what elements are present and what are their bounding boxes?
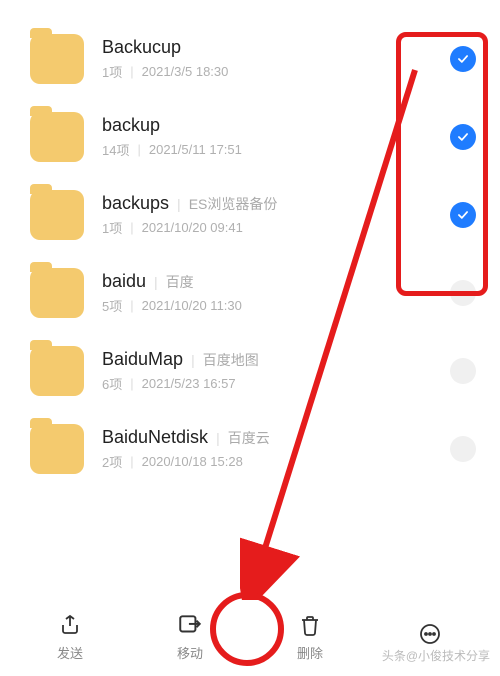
file-meta: 14项 | 2021/5/11 17:51 bbox=[102, 140, 450, 159]
file-item[interactable]: backup 14项 | 2021/5/11 17:51 bbox=[0, 98, 500, 176]
separator: | bbox=[137, 142, 140, 157]
more-icon bbox=[416, 620, 444, 648]
delete-label: 删除 bbox=[297, 643, 323, 662]
separator: | bbox=[130, 220, 133, 235]
checkbox-checked[interactable] bbox=[450, 202, 476, 228]
separator: | bbox=[177, 196, 181, 212]
file-count: 14项 bbox=[102, 140, 129, 159]
folder-icon bbox=[30, 190, 84, 240]
file-date: 2021/5/11 17:51 bbox=[149, 142, 242, 157]
folder-icon bbox=[30, 346, 84, 396]
separator: | bbox=[154, 274, 158, 290]
file-info: baidu | 百度 5项 | 2021/10/20 11:30 bbox=[102, 271, 450, 315]
send-label: 发送 bbox=[57, 643, 83, 662]
delete-button[interactable]: 删除 bbox=[275, 611, 345, 662]
watermark: 头条@小俊技术分享 bbox=[382, 647, 490, 664]
file-tag: 百度地图 bbox=[203, 350, 259, 370]
file-count: 1项 bbox=[102, 218, 122, 237]
move-label: 移动 bbox=[177, 643, 203, 662]
checkbox-unchecked[interactable] bbox=[450, 358, 476, 384]
file-info: Backucup 1项 | 2021/3/5 18:30 bbox=[102, 37, 450, 81]
file-meta: 5项 | 2021/10/20 11:30 bbox=[102, 296, 450, 315]
separator: | bbox=[130, 376, 133, 391]
folder-icon bbox=[30, 424, 84, 474]
check-icon bbox=[456, 52, 470, 66]
checkbox-unchecked[interactable] bbox=[450, 280, 476, 306]
file-meta: 2项 | 2020/10/18 15:28 bbox=[102, 452, 450, 471]
file-item[interactable]: Backucup 1项 | 2021/3/5 18:30 bbox=[0, 20, 500, 98]
file-meta: 1项 | 2021/10/20 09:41 bbox=[102, 218, 450, 237]
file-tag: ES浏览器备份 bbox=[189, 194, 278, 214]
file-count: 2项 bbox=[102, 452, 122, 471]
separator: | bbox=[216, 430, 220, 446]
bottom-toolbar: 发送 移动 删除 bbox=[0, 596, 500, 676]
folder-icon bbox=[30, 268, 84, 318]
separator: | bbox=[130, 64, 133, 79]
check-icon bbox=[456, 130, 470, 144]
share-icon bbox=[56, 611, 84, 639]
file-item[interactable]: BaiduMap | 百度地图 6项 | 2021/5/23 16:57 bbox=[0, 332, 500, 410]
file-item[interactable]: BaiduNetdisk | 百度云 2项 | 2020/10/18 15:28 bbox=[0, 410, 500, 488]
checkbox-unchecked[interactable] bbox=[450, 436, 476, 462]
file-name: BaiduMap bbox=[102, 349, 183, 370]
file-info: BaiduMap | 百度地图 6项 | 2021/5/23 16:57 bbox=[102, 349, 450, 393]
send-button[interactable]: 发送 bbox=[35, 611, 105, 662]
move-button[interactable]: 移动 bbox=[155, 611, 225, 662]
check-icon bbox=[456, 208, 470, 222]
file-name: backup bbox=[102, 115, 160, 136]
separator: | bbox=[130, 298, 133, 313]
file-name: BaiduNetdisk bbox=[102, 427, 208, 448]
file-list: Backucup 1项 | 2021/3/5 18:30 backup 14项 | 2021/… bbox=[0, 0, 500, 488]
file-meta: 1项 | 2021/3/5 18:30 bbox=[102, 62, 450, 81]
file-item[interactable]: baidu | 百度 5项 | 2021/10/20 11:30 bbox=[0, 254, 500, 332]
separator: | bbox=[191, 352, 195, 368]
file-item[interactable]: backups | ES浏览器备份 1项 | 2021/10/20 09:41 bbox=[0, 176, 500, 254]
file-date: 2021/3/5 18:30 bbox=[142, 64, 229, 79]
file-name: backups bbox=[102, 193, 169, 214]
file-info: backup 14项 | 2021/5/11 17:51 bbox=[102, 115, 450, 159]
file-count: 5项 bbox=[102, 296, 122, 315]
file-meta: 6项 | 2021/5/23 16:57 bbox=[102, 374, 450, 393]
file-tag: 百度云 bbox=[228, 428, 270, 448]
folder-icon bbox=[30, 34, 84, 84]
file-date: 2021/10/20 11:30 bbox=[142, 298, 242, 313]
checkbox-checked[interactable] bbox=[450, 124, 476, 150]
file-tag: 百度 bbox=[166, 272, 194, 292]
file-info: BaiduNetdisk | 百度云 2项 | 2020/10/18 15:28 bbox=[102, 427, 450, 471]
file-date: 2020/10/18 15:28 bbox=[142, 454, 243, 469]
move-icon bbox=[176, 611, 204, 639]
checkbox-checked[interactable] bbox=[450, 46, 476, 72]
file-name: Backucup bbox=[102, 37, 181, 58]
file-date: 2021/5/23 16:57 bbox=[142, 376, 236, 391]
file-date: 2021/10/20 09:41 bbox=[142, 220, 243, 235]
trash-icon bbox=[296, 611, 324, 639]
file-count: 1项 bbox=[102, 62, 122, 81]
file-name: baidu bbox=[102, 271, 146, 292]
file-info: backups | ES浏览器备份 1项 | 2021/10/20 09:41 bbox=[102, 193, 450, 237]
separator: | bbox=[130, 454, 133, 469]
file-count: 6项 bbox=[102, 374, 122, 393]
folder-icon bbox=[30, 112, 84, 162]
